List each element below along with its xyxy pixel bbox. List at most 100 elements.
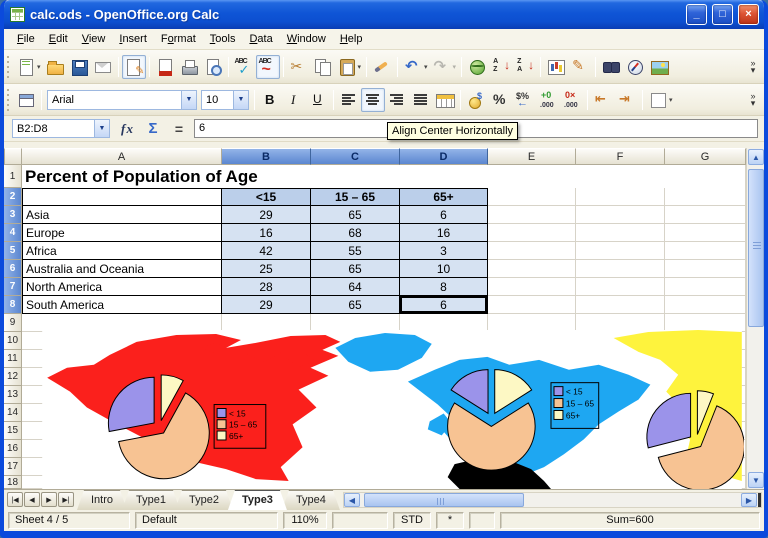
undo-button[interactable]: ▾ — [401, 55, 430, 79]
row-header-8[interactable]: 8 — [4, 296, 22, 314]
cell[interactable]: 28 — [222, 278, 311, 296]
cell[interactable] — [576, 188, 665, 206]
status-page-style[interactable]: Default — [135, 512, 278, 529]
cell[interactable]: 15 – 65 — [311, 188, 400, 206]
sheet-tab-intro[interactable]: Intro — [77, 490, 127, 510]
column-header-B[interactable]: B — [222, 148, 311, 165]
spellcheck-button[interactable] — [232, 55, 256, 79]
cell[interactable] — [488, 278, 576, 296]
borders-button[interactable]: ▾ — [646, 88, 675, 112]
status-zoom[interactable]: 110% — [283, 512, 327, 529]
map-pie-chart-object[interactable]: < 1515 – 6565+< 1515 – 6565+ — [40, 330, 744, 489]
cell[interactable]: Australia and Oceania — [22, 260, 222, 278]
cell[interactable] — [488, 188, 576, 206]
align-left-button[interactable] — [337, 88, 361, 112]
cell[interactable]: Europe — [22, 224, 222, 242]
find-and-replace-button[interactable] — [599, 55, 623, 79]
cell[interactable] — [488, 224, 576, 242]
scroll-left-arrow[interactable]: ◀ — [344, 493, 360, 507]
cell[interactable]: 68 — [311, 224, 400, 242]
cell[interactable] — [22, 188, 222, 206]
cell[interactable]: South America — [22, 296, 222, 314]
column-header-G[interactable]: G — [665, 148, 746, 165]
row-header-10[interactable]: 10 — [4, 332, 22, 350]
menu-edit[interactable]: Edit — [42, 31, 75, 47]
navigator-button[interactable] — [623, 55, 647, 79]
name-box-dropdown[interactable]: ▼ — [94, 120, 109, 137]
cell[interactable]: 65 — [311, 206, 400, 224]
paste-button[interactable]: ▾ — [335, 55, 364, 79]
cell[interactable] — [576, 296, 665, 314]
cell[interactable]: 8 — [400, 278, 488, 296]
decrease-indent-button[interactable] — [591, 88, 615, 112]
merge-cells-button[interactable] — [433, 88, 457, 112]
vertical-scrollbar[interactable]: ▲ ▼ — [746, 148, 764, 489]
cell[interactable] — [665, 224, 746, 242]
cell[interactable] — [665, 260, 746, 278]
cell[interactable] — [665, 188, 746, 206]
cell[interactable] — [488, 206, 576, 224]
cell[interactable]: 10 — [400, 260, 488, 278]
cell[interactable]: 65 — [311, 296, 400, 314]
redo-dropdown-arrow[interactable]: ▾ — [453, 63, 457, 71]
row-header-2[interactable]: 2 — [4, 188, 22, 206]
menu-help[interactable]: Help — [333, 31, 370, 47]
email-document-button[interactable] — [91, 55, 115, 79]
cell[interactable]: 3 — [400, 242, 488, 260]
styles-and-formatting-button[interactable] — [14, 88, 38, 112]
cell[interactable]: Africa — [22, 242, 222, 260]
new-document-button[interactable]: ▾ — [14, 55, 43, 79]
delete-decimal-place-button[interactable] — [560, 88, 584, 112]
row-header-6[interactable]: 6 — [4, 260, 22, 278]
number-format-standard-button[interactable] — [512, 88, 536, 112]
row-header-1[interactable]: 1 — [4, 165, 22, 188]
sheet-split-handle[interactable] — [758, 493, 761, 507]
first-sheet-button[interactable]: |◀ — [7, 492, 23, 507]
page-preview-button[interactable] — [201, 55, 225, 79]
font-size-dropdown[interactable]: ▼ — [233, 91, 248, 109]
cell[interactable] — [665, 296, 746, 314]
vertical-scroll-thumb[interactable] — [748, 169, 764, 327]
name-box[interactable]: B2:D8 ▼ — [12, 119, 110, 138]
cell[interactable]: North America — [22, 278, 222, 296]
menu-data[interactable]: Data — [242, 31, 279, 47]
sheet-tab-type3[interactable]: Type3 — [228, 490, 287, 510]
horizontal-scrollbar[interactable]: ◀ ▶ — [343, 492, 762, 508]
column-header-C[interactable]: C — [311, 148, 400, 165]
align-right-button[interactable] — [385, 88, 409, 112]
cell[interactable]: 6 — [400, 206, 488, 224]
insert-chart-button[interactable] — [544, 55, 568, 79]
open-button[interactable] — [43, 55, 67, 79]
scroll-up-arrow[interactable]: ▲ — [748, 149, 764, 165]
sort-descending-button[interactable] — [513, 55, 537, 79]
cell[interactable] — [488, 260, 576, 278]
function-button[interactable]: = — [168, 119, 190, 139]
add-decimal-place-button[interactable] — [536, 88, 560, 112]
new-document-dropdown-arrow[interactable]: ▾ — [37, 63, 41, 71]
cell[interactable] — [576, 224, 665, 242]
function-wizard-button[interactable]: f x — [116, 119, 138, 139]
show-draw-functions-button[interactable] — [568, 55, 592, 79]
column-header-F[interactable]: F — [576, 148, 665, 165]
column-header-A[interactable]: A — [22, 148, 222, 165]
row-header-13[interactable]: 13 — [4, 386, 22, 404]
cell[interactable] — [576, 206, 665, 224]
cell[interactable] — [576, 260, 665, 278]
row-header-4[interactable]: 4 — [4, 224, 22, 242]
underline-button[interactable] — [306, 88, 330, 112]
cell[interactable]: 55 — [311, 242, 400, 260]
row-header-16[interactable]: 16 — [4, 440, 22, 458]
last-sheet-button[interactable]: ▶| — [58, 492, 74, 507]
sheet-tab-type4[interactable]: Type4 — [282, 490, 340, 510]
borders-dropdown-arrow[interactable]: ▾ — [669, 96, 673, 104]
toolbar-overflow-button[interactable]: »▾ — [746, 60, 760, 74]
row-header-11[interactable]: 11 — [4, 350, 22, 368]
cell[interactable]: 65 — [311, 260, 400, 278]
font-name-dropdown[interactable]: ▼ — [181, 91, 196, 109]
font-size-combo[interactable]: 10▼ — [201, 90, 249, 110]
row-header-15[interactable]: 15 — [4, 422, 22, 440]
sort-ascending-button[interactable] — [489, 55, 513, 79]
row-header-12[interactable]: 12 — [4, 368, 22, 386]
minimize-button[interactable]: _ — [686, 4, 707, 25]
sum-button[interactable]: Σ — [142, 119, 164, 139]
